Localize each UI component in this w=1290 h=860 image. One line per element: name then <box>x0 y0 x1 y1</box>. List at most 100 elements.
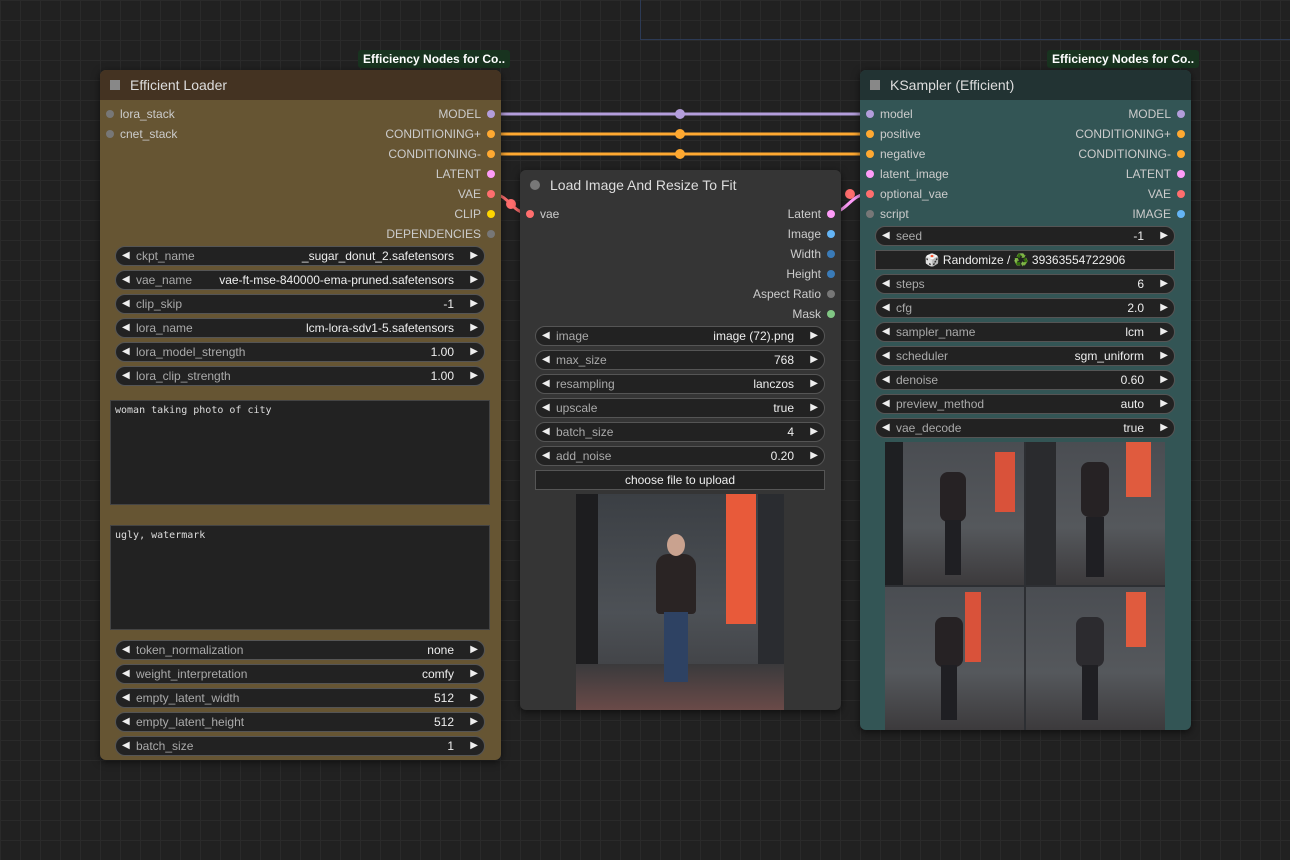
increment-arrow-icon[interactable]: ▶ <box>470 689 478 707</box>
decrement-arrow-icon[interactable]: ◀ <box>882 299 890 317</box>
output-slot-icon[interactable] <box>487 170 495 178</box>
widget-lora-model-strength[interactable]: ◀ lora_model_strength 1.00 ▶ <box>115 342 485 362</box>
increment-arrow-icon[interactable]: ▶ <box>1160 419 1168 437</box>
output-vae[interactable]: VAE <box>458 184 501 204</box>
increment-arrow-icon[interactable]: ▶ <box>1160 275 1168 293</box>
increment-arrow-icon[interactable]: ▶ <box>470 343 478 361</box>
output-slot-icon[interactable] <box>487 230 495 238</box>
decrement-arrow-icon[interactable]: ◀ <box>542 399 550 417</box>
increment-arrow-icon[interactable]: ▶ <box>1160 371 1168 389</box>
widget-steps[interactable]: ◀ steps 6 ▶ <box>875 274 1175 294</box>
increment-arrow-icon[interactable]: ▶ <box>470 737 478 755</box>
decrement-arrow-icon[interactable]: ◀ <box>882 395 890 413</box>
ksampler-header[interactable]: KSampler (Efficient) <box>860 70 1191 100</box>
output-clip[interactable]: CLIP <box>454 204 501 224</box>
decrement-arrow-icon[interactable]: ◀ <box>122 737 130 755</box>
output-latent[interactable]: Latent <box>788 204 841 224</box>
widget-preview-method[interactable]: ◀ preview_method auto ▶ <box>875 394 1175 414</box>
increment-arrow-icon[interactable]: ▶ <box>1160 323 1168 341</box>
increment-arrow-icon[interactable]: ▶ <box>470 319 478 337</box>
increment-arrow-icon[interactable]: ▶ <box>1160 227 1168 245</box>
output-slot-icon[interactable] <box>487 110 495 118</box>
widget-resampling[interactable]: ◀ resampling lanczos ▶ <box>535 374 825 394</box>
decrement-arrow-icon[interactable]: ◀ <box>122 295 130 313</box>
collapse-toggle-icon[interactable] <box>530 180 540 190</box>
widget-vae-name[interactable]: ◀ vae_name vae-ft-mse-840000-ema-pruned.sa… <box>115 270 485 290</box>
widget-empty-latent-height[interactable]: ◀ empty_latent_height 512 ▶ <box>115 712 485 732</box>
increment-arrow-icon[interactable]: ▶ <box>810 423 818 441</box>
output-image[interactable]: Image <box>788 224 841 244</box>
output-slot-icon[interactable] <box>827 270 835 278</box>
input-positive[interactable]: positive <box>860 124 921 144</box>
load-image-resize-header[interactable]: Load Image And Resize To Fit <box>520 170 841 200</box>
collapse-toggle-icon[interactable] <box>110 80 120 90</box>
load-image-resize-node[interactable]: Load Image And Resize To Fit vae Latent … <box>520 170 841 710</box>
widget-weight-interpretation[interactable]: ◀ weight_interpretation comfy ▶ <box>115 664 485 684</box>
input-slot-icon[interactable] <box>866 110 874 118</box>
increment-arrow-icon[interactable]: ▶ <box>810 375 818 393</box>
decrement-arrow-icon[interactable]: ◀ <box>882 323 890 341</box>
increment-arrow-icon[interactable]: ▶ <box>470 665 478 683</box>
choose-file-button[interactable]: choose file to upload <box>535 470 825 490</box>
output-height[interactable]: Height <box>786 264 841 284</box>
input-slot-icon[interactable] <box>106 130 114 138</box>
increment-arrow-icon[interactable]: ▶ <box>470 271 478 289</box>
increment-arrow-icon[interactable]: ▶ <box>470 295 478 313</box>
input-slot-icon[interactable] <box>866 190 874 198</box>
output-slot-icon[interactable] <box>487 150 495 158</box>
output-latent[interactable]: LATENT <box>436 164 501 184</box>
output-slot-icon[interactable] <box>1177 190 1185 198</box>
collapse-toggle-icon[interactable] <box>870 80 880 90</box>
decrement-arrow-icon[interactable]: ◀ <box>122 367 130 385</box>
widget-clip-skip[interactable]: ◀ clip_skip -1 ▶ <box>115 294 485 314</box>
input-slot-icon[interactable] <box>106 110 114 118</box>
input-slot-icon[interactable] <box>866 150 874 158</box>
output-slot-icon[interactable] <box>487 130 495 138</box>
widget-lora-name[interactable]: ◀ lora_name lcm-lora-sdv1-5.safetensors ▶ <box>115 318 485 338</box>
widget-scheduler[interactable]: ◀ scheduler sgm_uniform ▶ <box>875 346 1175 366</box>
decrement-arrow-icon[interactable]: ◀ <box>882 275 890 293</box>
widget-sampler-name[interactable]: ◀ sampler_name lcm ▶ <box>875 322 1175 342</box>
decrement-arrow-icon[interactable]: ◀ <box>122 271 130 289</box>
decrement-arrow-icon[interactable]: ◀ <box>122 713 130 731</box>
increment-arrow-icon[interactable]: ▶ <box>1160 395 1168 413</box>
widget-upscale[interactable]: ◀ upscale true ▶ <box>535 398 825 418</box>
output-slot-icon[interactable] <box>827 310 835 318</box>
input-cnet-stack[interactable]: cnet_stack <box>100 124 177 144</box>
decrement-arrow-icon[interactable]: ◀ <box>542 327 550 345</box>
output-slot-icon[interactable] <box>827 230 835 238</box>
increment-arrow-icon[interactable]: ▶ <box>810 447 818 465</box>
widget-vae-decode[interactable]: ◀ vae_decode true ▶ <box>875 418 1175 438</box>
input-negative[interactable]: negative <box>860 144 925 164</box>
input-script[interactable]: script <box>860 204 909 224</box>
increment-arrow-icon[interactable]: ▶ <box>810 327 818 345</box>
increment-arrow-icon[interactable]: ▶ <box>810 399 818 417</box>
widget-add-noise[interactable]: ◀ add_noise 0.20 ▶ <box>535 446 825 466</box>
input-model[interactable]: model <box>860 104 913 124</box>
decrement-arrow-icon[interactable]: ◀ <box>882 227 890 245</box>
widget-image[interactable]: ◀ image image (72).png ▶ <box>535 326 825 346</box>
decrement-arrow-icon[interactable]: ◀ <box>542 447 550 465</box>
widget-batch-size[interactable]: ◀ batch_size 4 ▶ <box>535 422 825 442</box>
increment-arrow-icon[interactable]: ▶ <box>470 713 478 731</box>
output-image[interactable]: IMAGE <box>1132 204 1191 224</box>
efficient-loader-header[interactable]: Efficient Loader <box>100 70 501 100</box>
increment-arrow-icon[interactable]: ▶ <box>1160 299 1168 317</box>
input-slot-icon[interactable] <box>866 130 874 138</box>
decrement-arrow-icon[interactable]: ◀ <box>122 247 130 265</box>
widget-empty-latent-width[interactable]: ◀ empty_latent_width 512 ▶ <box>115 688 485 708</box>
decrement-arrow-icon[interactable]: ◀ <box>122 689 130 707</box>
output-width[interactable]: Width <box>790 244 841 264</box>
output-conditioning-neg[interactable]: CONDITIONING- <box>388 144 501 164</box>
output-aspect-ratio[interactable]: Aspect Ratio <box>753 284 841 304</box>
widget-token-normalization[interactable]: ◀ token_normalization none ▶ <box>115 640 485 660</box>
decrement-arrow-icon[interactable]: ◀ <box>122 665 130 683</box>
output-slot-icon[interactable] <box>827 250 835 258</box>
output-slot-icon[interactable] <box>1177 170 1185 178</box>
input-slot-icon[interactable] <box>866 210 874 218</box>
widget-cfg[interactable]: ◀ cfg 2.0 ▶ <box>875 298 1175 318</box>
widget-seed[interactable]: ◀ seed -1 ▶ <box>875 226 1175 246</box>
output-conditioning-pos[interactable]: CONDITIONING+ <box>385 124 501 144</box>
randomize-seed-button[interactable]: 🎲 Randomize / ♻️ 39363554722906 <box>875 250 1175 270</box>
efficient-loader-node[interactable]: Efficient Loader lora_stack cnet_stack M… <box>100 70 501 760</box>
